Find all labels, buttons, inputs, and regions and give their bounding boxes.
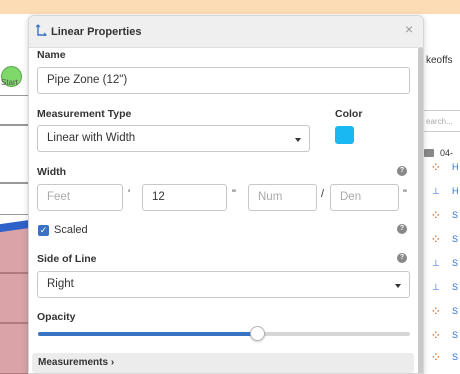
sidebar-title: keoffs xyxy=(426,55,453,66)
width-numerator-input[interactable]: Num xyxy=(248,184,317,211)
linear-icon xyxy=(36,24,47,36)
count-dots-icon: ⁘ xyxy=(432,330,440,340)
top-banner xyxy=(0,0,460,14)
canvas-cell xyxy=(0,323,30,374)
canvas-cell xyxy=(0,183,30,215)
feet-mark: ' xyxy=(128,188,131,200)
chevron-down-icon xyxy=(395,284,401,288)
color-label: Color xyxy=(335,108,363,120)
linear-icon: ⊥ xyxy=(432,258,440,268)
sidebar-folder[interactable]: 04- xyxy=(424,148,453,158)
measurement-type-label: Measurement Type xyxy=(37,108,132,120)
width-feet-input[interactable]: Feet xyxy=(37,184,123,211)
measurements-section-label: Measurements › xyxy=(38,357,115,368)
list-item[interactable]: ⁘ S xyxy=(432,210,458,224)
list-item[interactable]: ⊥ S xyxy=(432,282,458,296)
canvas-cell xyxy=(0,95,30,125)
takeoff-canvas[interactable] xyxy=(0,95,30,374)
fraction-slash: / xyxy=(321,188,325,200)
count-dots-icon: ⁘ xyxy=(432,162,440,172)
list-item[interactable]: ⁘ S xyxy=(432,306,458,320)
list-item[interactable]: ⁘ S xyxy=(432,234,458,248)
help-icon[interactable]: ? xyxy=(397,166,407,176)
opacity-label: Opacity xyxy=(37,311,76,323)
chevron-down-icon xyxy=(295,138,301,142)
width-denominator-input[interactable]: Den xyxy=(330,184,399,211)
fraction-mark: " xyxy=(403,188,407,200)
panel-scrollbar[interactable] xyxy=(418,45,423,373)
width-label: Width xyxy=(37,166,67,178)
opacity-slider-track[interactable] xyxy=(38,332,410,336)
panel-title: Linear Properties xyxy=(51,26,142,38)
help-icon[interactable]: ? xyxy=(397,224,407,234)
inches-mark: " xyxy=(232,188,236,200)
chevron-right-icon: › xyxy=(110,357,115,368)
opacity-slider-fill xyxy=(38,332,258,336)
folder-label: 04- xyxy=(440,148,454,158)
linear-properties-panel: Linear Properties × Name Pipe Zone (12")… xyxy=(28,15,424,374)
canvas-cell xyxy=(0,225,30,273)
folder-icon xyxy=(424,149,434,157)
side-of-line-select[interactable]: Right xyxy=(37,271,410,298)
list-item[interactable]: ⁘ S xyxy=(432,352,458,366)
opacity-slider-handle[interactable] xyxy=(250,326,266,341)
name-input[interactable]: Pipe Zone (12") xyxy=(37,67,410,94)
linear-icon: ⊥ xyxy=(432,282,440,292)
width-inches-input[interactable]: 12 xyxy=(142,184,227,211)
list-item[interactable]: ⊥ S xyxy=(432,258,458,272)
side-of-line-value: Right xyxy=(47,278,74,290)
measurement-type-value: Linear with Width xyxy=(47,132,136,144)
scaled-label: Scaled xyxy=(54,224,88,236)
name-label: Name xyxy=(37,49,66,61)
canvas-cell xyxy=(0,125,30,183)
canvas-cell xyxy=(0,273,30,323)
count-dots-icon: ⁘ xyxy=(432,306,440,316)
color-swatch[interactable] xyxy=(335,126,354,144)
count-dots-icon: ⁘ xyxy=(432,352,440,362)
sidebar-search-input[interactable]: earch... xyxy=(422,110,460,132)
measurement-type-select[interactable]: Linear with Width xyxy=(37,125,310,152)
scaled-checkbox[interactable]: ✓ xyxy=(38,225,49,236)
count-dots-icon: ⁘ xyxy=(432,234,440,244)
help-icon[interactable]: ? xyxy=(397,253,407,263)
list-item[interactable]: ⁘ S xyxy=(432,330,458,344)
linear-icon: ⊥ xyxy=(432,186,440,196)
close-icon[interactable]: × xyxy=(405,22,413,36)
panel-header[interactable]: Linear Properties × xyxy=(29,16,423,48)
count-dots-icon: ⁘ xyxy=(432,210,440,220)
list-item[interactable]: ⁘ H xyxy=(432,162,459,176)
measurements-section-header[interactable]: Measurements › xyxy=(32,353,414,373)
list-item[interactable]: ⊥ H xyxy=(432,186,459,200)
side-of-line-label: Side of Line xyxy=(37,253,97,265)
start-label: Start xyxy=(1,78,18,87)
scrollbar-thumb[interactable] xyxy=(418,47,423,373)
